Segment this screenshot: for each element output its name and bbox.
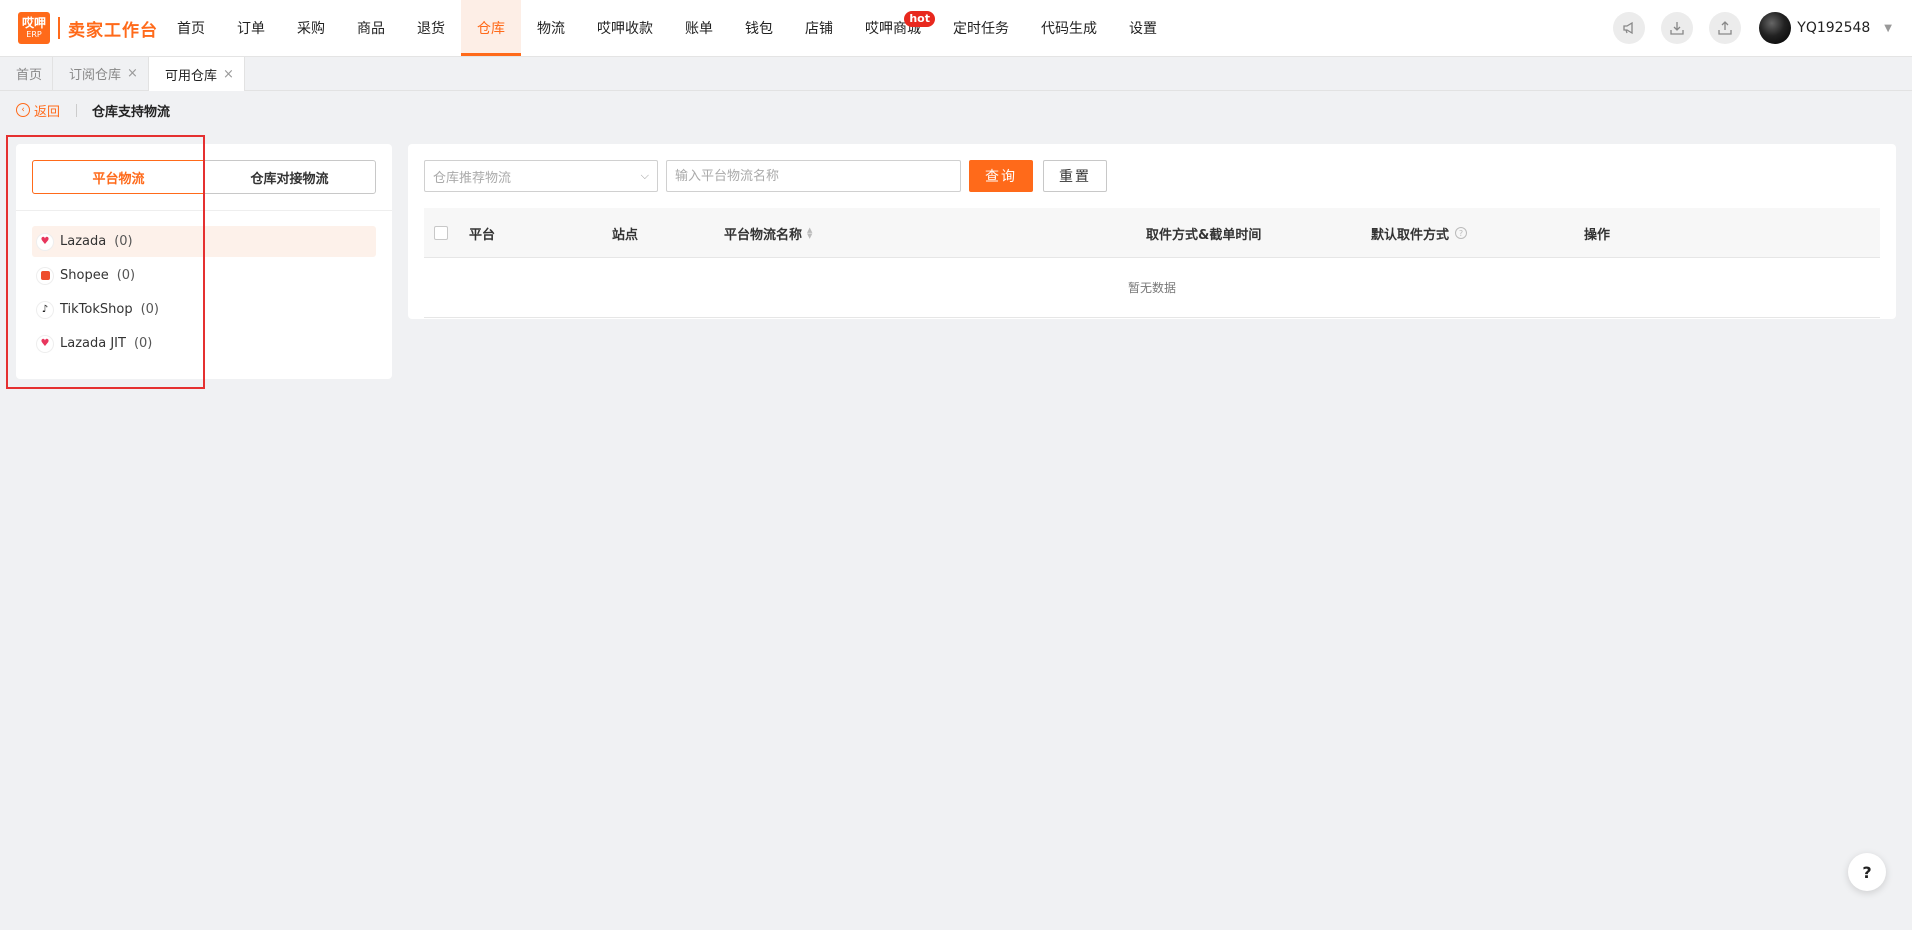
user-menu[interactable]: YQ192548 ▼ — [1759, 12, 1892, 44]
nav-item-mall[interactable]: 哎呷商城 hot — [849, 0, 937, 56]
column-default-pickup: 默认取件方式 ? — [1371, 208, 1468, 258]
platform-count: (0) — [116, 268, 136, 283]
column-default-pickup-label: 默认取件方式 — [1371, 227, 1450, 243]
platform-count: (0) — [114, 234, 133, 249]
upload-icon — [1718, 21, 1732, 35]
nav-item-warehouse[interactable]: 仓库 — [461, 0, 521, 56]
top-navbar: 哎呷 ERP 卖家工作台 首页 订单 采购 商品 退货 仓库 物流 哎呷收款 账… — [0, 0, 1912, 57]
tab-home[interactable]: 首页 — [0, 57, 54, 90]
close-icon[interactable]: × — [127, 66, 138, 81]
platform-name: Lazada JIT — [60, 336, 126, 351]
platform-name: TikTokShop — [60, 302, 133, 317]
shopee-icon — [36, 266, 54, 285]
nav-item-wallet[interactable]: 钱包 — [729, 0, 789, 56]
close-icon[interactable]: × — [223, 67, 234, 82]
select-placeholder: 仓库推荐物流 — [433, 170, 512, 186]
page-tabs: 首页 订阅仓库 × 可用仓库 × — [0, 57, 1912, 91]
logistics-type-switch: 平台物流 仓库对接物流 — [32, 160, 376, 194]
nav-item-stores[interactable]: 店铺 — [789, 0, 849, 56]
top-right-actions: YQ192548 ▼ — [1597, 0, 1892, 56]
nav-item-code-gen[interactable]: 代码生成 — [1025, 0, 1113, 56]
platform-count: (0) — [133, 336, 153, 351]
tab-available-warehouse-label: 可用仓库 — [164, 68, 217, 84]
platform-item-tiktokshop[interactable]: ♪ TikTokShop (0) — [32, 294, 376, 325]
column-pickup-cutoff: 取件方式&截单时间 — [1146, 227, 1262, 243]
question-circle-icon[interactable]: ? — [1455, 227, 1468, 239]
username: YQ192548 — [1797, 20, 1871, 36]
breadcrumb-divider — [76, 103, 78, 117]
logistics-table-panel: 仓库推荐物流 ⌵ 查询 重置 平台 站点 平台物流名称 ▲▼ 取件方式&截单时间… — [408, 144, 1896, 319]
download-icon — [1670, 22, 1684, 35]
logo-top-text: 哎呷 — [21, 16, 46, 30]
platform-name: Shopee — [60, 268, 109, 283]
main-menu: 首页 订单 采购 商品 退货 仓库 物流 哎呷收款 账单 钱包 店铺 哎呷商城 … — [161, 0, 1173, 56]
table-header: 平台 站点 平台物流名称 ▲ ▼ 取件方式&截单时间 默认取件方式 ? 操作 — [424, 208, 1880, 258]
empty-state: 暂无数据 — [424, 258, 1880, 318]
nav-item-payments[interactable]: 哎呷收款 — [581, 0, 669, 56]
breadcrumb: ‹ 返回 仓库支持物流 — [16, 101, 171, 120]
app-title: 卖家工作台 — [68, 20, 158, 41]
lazada-jit-icon: ♥ — [36, 334, 54, 353]
nav-item-returns[interactable]: 退货 — [401, 0, 461, 56]
nav-item-scheduled-tasks[interactable]: 定时任务 — [937, 0, 1025, 56]
reset-button[interactable]: 重置 — [1043, 160, 1107, 192]
platform-name: Lazada — [60, 234, 107, 249]
logo-mark: 哎呷 ERP — [18, 12, 50, 44]
help-button[interactable]: ? — [1848, 853, 1886, 891]
segment-platform-logistics[interactable]: 平台物流 — [32, 160, 205, 194]
tab-subscribed-warehouse[interactable]: 订阅仓库 × — [53, 57, 149, 90]
announcement-button[interactable] — [1613, 12, 1646, 44]
logistics-name-input[interactable] — [666, 160, 961, 192]
back-label: 返回 — [34, 104, 61, 120]
nav-item-orders[interactable]: 订单 — [221, 0, 281, 56]
column-logistics-name[interactable]: 平台物流名称 ▲ ▼ — [724, 208, 812, 258]
page-title: 仓库支持物流 — [92, 104, 171, 120]
select-all-cell — [434, 208, 448, 258]
column-actions: 操作 — [1584, 227, 1611, 243]
lazada-icon: ♥ — [36, 232, 54, 251]
tab-subscribed-warehouse-label: 订阅仓库 — [69, 68, 122, 83]
nav-item-home[interactable]: 首页 — [161, 0, 221, 56]
download-button[interactable] — [1661, 12, 1694, 44]
platform-item-lazada[interactable]: ♥ Lazada (0) — [32, 226, 376, 257]
megaphone-icon — [1623, 21, 1633, 35]
query-button[interactable]: 查询 — [969, 160, 1033, 192]
platform-item-shopee[interactable]: Shopee (0) — [32, 260, 376, 291]
column-logistics-name-label: 平台物流名称 — [724, 227, 803, 243]
logistics-table: 平台 站点 平台物流名称 ▲ ▼ 取件方式&截单时间 默认取件方式 ? 操作 暂无… — [424, 208, 1880, 318]
upload-button[interactable] — [1709, 12, 1742, 44]
panel-divider — [16, 210, 392, 211]
column-platform: 平台 — [469, 227, 496, 243]
back-link[interactable]: ‹ 返回 — [16, 101, 60, 120]
platform-count: (0) — [140, 302, 160, 317]
platform-item-lazada-jit[interactable]: ♥ Lazada JIT (0) — [32, 328, 376, 359]
hot-badge: hot — [904, 11, 935, 27]
tab-home-label: 首页 — [16, 68, 43, 83]
nav-item-products[interactable]: 商品 — [341, 0, 401, 56]
segment-warehouse-logistics[interactable]: 仓库对接物流 — [204, 161, 375, 193]
recommended-logistics-select[interactable]: 仓库推荐物流 ⌵ — [424, 160, 658, 192]
column-site: 站点 — [612, 227, 639, 243]
app-logo[interactable]: 哎呷 ERP 卖家工作台 — [18, 12, 158, 44]
platform-list: ♥ Lazada (0) Shopee (0) ♪ TikTokShop (0)… — [32, 226, 376, 362]
chevron-left-circle-icon: ‹ — [16, 103, 30, 117]
chevron-down-icon: ▼ — [1884, 22, 1892, 34]
nav-item-purchase[interactable]: 采购 — [281, 0, 341, 56]
avatar — [1759, 12, 1792, 44]
logo-bottom-text: ERP — [26, 30, 42, 39]
select-all-checkbox[interactable] — [434, 226, 448, 240]
nav-item-bills[interactable]: 账单 — [669, 0, 729, 56]
nav-item-settings[interactable]: 设置 — [1113, 0, 1173, 56]
tab-available-warehouse[interactable]: 可用仓库 × — [148, 57, 245, 91]
logo-divider — [58, 17, 60, 39]
filter-bar: 仓库推荐物流 ⌵ 查询 重置 — [424, 160, 1107, 192]
tiktok-icon: ♪ — [36, 300, 54, 319]
sort-icon: ▲ ▼ — [807, 226, 813, 240]
chevron-down-icon: ⌵ — [640, 169, 649, 182]
nav-item-logistics[interactable]: 物流 — [521, 0, 581, 56]
platform-panel: 平台物流 仓库对接物流 ♥ Lazada (0) Shopee (0) ♪ Ti… — [16, 144, 392, 379]
